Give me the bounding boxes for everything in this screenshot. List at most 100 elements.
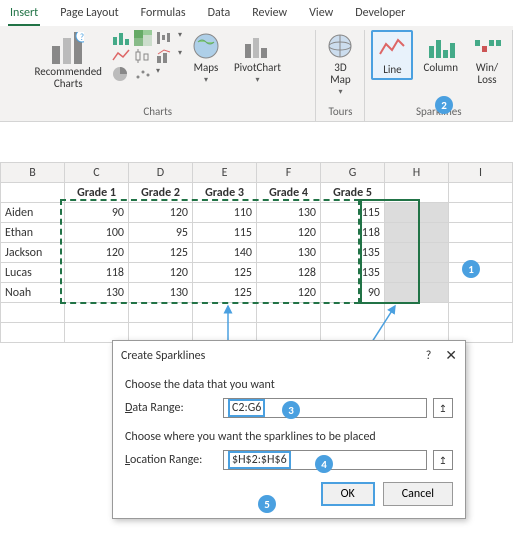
tab-developer[interactable]: Developer	[353, 4, 407, 26]
3d-map-button[interactable]: 3D Map▾	[322, 30, 358, 99]
pivotchart-icon	[243, 32, 271, 60]
cell[interactable]: 90	[321, 283, 385, 303]
cell[interactable]	[449, 303, 513, 323]
cell[interactable]	[129, 303, 193, 323]
cell[interactable]	[449, 243, 513, 263]
col-B[interactable]: B	[1, 163, 65, 183]
cell[interactable]: 118	[65, 263, 129, 283]
cell[interactable]	[257, 303, 321, 323]
cell[interactable]: 130	[257, 203, 321, 223]
cell-selected[interactable]	[385, 263, 449, 283]
cell[interactable]: 110	[193, 203, 257, 223]
cell[interactable]: 135	[321, 263, 385, 283]
cell[interactable]: Noah	[1, 283, 65, 303]
chevron-down-icon[interactable]: ▾	[178, 30, 182, 46]
cell[interactable]: 120	[257, 223, 321, 243]
cell[interactable]: 135	[321, 243, 385, 263]
cell[interactable]: 120	[65, 243, 129, 263]
col-G[interactable]: G	[321, 163, 385, 183]
cell[interactable]: 120	[257, 283, 321, 303]
cell[interactable]: Grade 5	[321, 183, 385, 203]
chevron-down-icon[interactable]: ▾	[178, 48, 182, 64]
tab-review[interactable]: Review	[250, 4, 289, 26]
sparkline-column-button[interactable]: Column	[419, 30, 462, 76]
cell[interactable]: Jackson	[1, 243, 65, 263]
pivotchart-button[interactable]: PivotChart▾	[230, 30, 285, 87]
cell[interactable]: Grade 2	[129, 183, 193, 203]
sparkline-winloss-button[interactable]: Win/ Loss	[468, 30, 506, 88]
cell[interactable]: 115	[193, 223, 257, 243]
cell[interactable]	[449, 283, 513, 303]
combo-chart-icon[interactable]	[156, 48, 174, 64]
cell[interactable]	[1, 183, 65, 203]
cell-selected[interactable]	[385, 283, 449, 303]
dialog-help[interactable]: ?	[426, 349, 432, 363]
cell[interactable]: 118	[321, 223, 385, 243]
col-D[interactable]: D	[129, 163, 193, 183]
col-F[interactable]: F	[257, 163, 321, 183]
waterfall-chart-icon[interactable]	[156, 30, 174, 46]
cancel-button[interactable]: Cancel	[383, 482, 453, 506]
cell[interactable]: 130	[65, 283, 129, 303]
statistic-chart-icon[interactable]	[134, 48, 152, 64]
ok-button[interactable]: OK	[321, 482, 375, 506]
cell[interactable]: 140	[193, 243, 257, 263]
cell[interactable]: 90	[65, 203, 129, 223]
cell[interactable]: 95	[129, 223, 193, 243]
cell[interactable]: Aiden	[1, 203, 65, 223]
cell[interactable]	[1, 303, 65, 323]
tab-formulas[interactable]: Formulas	[139, 4, 188, 26]
cell[interactable]	[449, 183, 513, 203]
pie-chart-icon[interactable]	[112, 66, 130, 82]
tab-view[interactable]: View	[307, 4, 335, 26]
cell[interactable]: 100	[65, 223, 129, 243]
col-E[interactable]: E	[193, 163, 257, 183]
line-chart-icon[interactable]	[112, 48, 130, 64]
close-icon[interactable]: ✕	[445, 347, 457, 364]
sparkline-line-button[interactable]: Line	[371, 30, 413, 80]
cell[interactable]: 130	[129, 283, 193, 303]
cell[interactable]: Grade 4	[257, 183, 321, 203]
cell[interactable]	[1, 323, 65, 343]
data-range-input[interactable]: C2:G6	[223, 398, 427, 418]
cell[interactable]: Ethan	[1, 223, 65, 243]
cell[interactable]	[449, 223, 513, 243]
cell[interactable]	[385, 183, 449, 203]
col-I[interactable]: I	[449, 163, 513, 183]
cell-selected[interactable]	[385, 203, 449, 223]
cell[interactable]: 125	[193, 283, 257, 303]
cell-selected[interactable]	[385, 223, 449, 243]
cell[interactable]: Lucas	[1, 263, 65, 283]
cell[interactable]: 115	[321, 203, 385, 223]
cell[interactable]	[65, 303, 129, 323]
cell[interactable]: 120	[129, 263, 193, 283]
hierarchy-chart-icon[interactable]	[134, 30, 152, 46]
collapse-dialog-icon[interactable]: ↥	[433, 450, 453, 470]
scatter-chart-icon[interactable]	[134, 66, 152, 82]
cell[interactable]: 128	[257, 263, 321, 283]
cell[interactable]: 120	[129, 203, 193, 223]
recommended-charts-button[interactable]: ? Recommended Charts	[30, 30, 105, 92]
tab-page-layout[interactable]: Page Layout	[58, 4, 120, 26]
col-H[interactable]: H	[385, 163, 449, 183]
cell[interactable]	[449, 263, 513, 283]
cell[interactable]: Grade 1	[65, 183, 129, 203]
svg-text:?: ?	[80, 32, 84, 43]
column-chart-icon[interactable]	[112, 30, 130, 46]
chevron-down-icon[interactable]: ▾	[156, 66, 160, 82]
col-C[interactable]: C	[65, 163, 129, 183]
cell-selected[interactable]	[385, 243, 449, 263]
maps-button[interactable]: Maps▾	[188, 30, 224, 87]
cell[interactable]: 125	[129, 243, 193, 263]
tab-data[interactable]: Data	[206, 4, 233, 26]
collapse-dialog-icon[interactable]: ↥	[433, 398, 453, 418]
cell[interactable]	[193, 303, 257, 323]
cell[interactable]	[385, 303, 449, 323]
cell[interactable]: Grade 3	[193, 183, 257, 203]
cell[interactable]: 125	[193, 263, 257, 283]
tab-insert[interactable]: Insert	[8, 4, 40, 26]
grid[interactable]: B C D E F G H I Grade 1 Grade 2 Grade 3 …	[0, 162, 513, 343]
cell[interactable]	[449, 203, 513, 223]
cell[interactable]: 130	[257, 243, 321, 263]
cell[interactable]	[321, 303, 385, 323]
